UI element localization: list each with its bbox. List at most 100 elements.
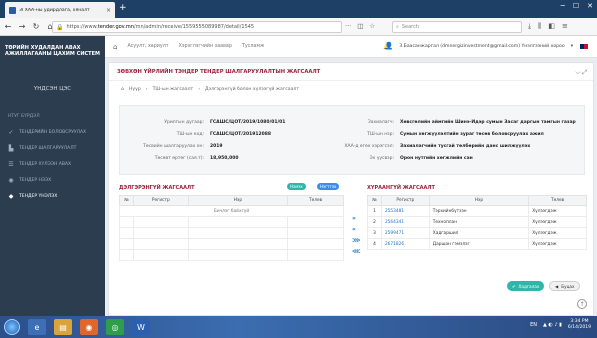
detailed-list-table: № Регистр Нэр Төлөв Бичлэг байхгүй (119, 195, 344, 261)
back-button[interactable]: ◀ Буцах (549, 281, 581, 291)
sidebar-icon[interactable]: ◧ (548, 22, 555, 31)
sidebar-item-label: ТЕНДЕР ҮНЭЛЭХ (19, 193, 58, 199)
lock-icon: 🔒 (56, 23, 64, 31)
chevron-down-icon[interactable]: ▾ (571, 44, 573, 49)
maximize-icon[interactable]: ☐ (573, 2, 579, 10)
info-row: ХАА-д өгөх хэрэгсэл: Захиалагчийн тусгай … (344, 143, 531, 149)
info-left: Урилгын дугаар: ГСАШС/ЦОТ/2019/1080/01/01… (140, 116, 285, 164)
move-all-left-icon[interactable]: ⋘ (352, 248, 361, 255)
start-button[interactable] (4, 319, 20, 335)
table-header-row: № Регистр Нэр Төлөв (367, 195, 587, 206)
chrome-icon[interactable]: ◎ (106, 319, 124, 335)
home-icon[interactable]: ⌂ (113, 43, 117, 51)
sidebar-item-label: ТЕНДЕР НЭЭХ (19, 177, 52, 183)
sidebar-item-boloвсруулах[interactable]: ✓ ТЕНДЕРИЙН БОЛОВСРУУЛАХ (0, 124, 105, 140)
window-controls: ─ ☐ ✕ (561, 2, 593, 10)
info-row: ТШ-ын нэр: Сумын хөгжүүлэлтийн зураг төсө… (367, 131, 544, 137)
library-icon[interactable]: ⫼ (538, 22, 541, 31)
clock[interactable]: 3:34 PM 6/14/2019 (568, 319, 591, 331)
forward-icon[interactable]: → (18, 22, 26, 31)
merge-button[interactable]: Нэгтгэх (317, 183, 340, 190)
sidebar-item-huleen-avah[interactable]: ☰ ТЕНДЕР ХҮЛЭЭН АВАХ (0, 156, 105, 172)
info-row: ТШ-ын код: ГСАШС/ЦОТ/201912088 (176, 131, 272, 137)
language-indicator[interactable]: EN (530, 322, 537, 328)
more-icon[interactable]: ··· (345, 22, 351, 30)
collapse-icon[interactable]: ⌵ (576, 69, 581, 76)
sidebar-item-shalgaruulalt[interactable]: ▙ ТЕНДЕР ШАЛГАРУУЛАЛТ (0, 140, 105, 156)
reload-icon[interactable]: ↻ (32, 22, 40, 31)
ie-icon[interactable]: e (28, 319, 46, 335)
sidebar-item-label: ТЕНДЕРИЙН БОЛОВСРУУЛАХ (19, 129, 87, 135)
home-icon[interactable]: ⌂ (121, 87, 124, 92)
user-icon[interactable]: 👤 (385, 42, 394, 50)
sidebar-title: ҮНДСЭН ЦЭС (33, 86, 72, 92)
sidebar-heading: НТУГ БҮРДЭЛ (8, 113, 40, 119)
expand-icon[interactable]: ⤢ (582, 69, 587, 76)
search-icon: ⌕ (396, 24, 399, 30)
search-placeholder: Search (401, 24, 419, 30)
tray-icons[interactable]: ▲ ◐ ♪ ▮ (543, 322, 562, 328)
summary-list-title: ХҮРААНГҮЙ ЖАГСААЛТ (367, 185, 435, 191)
breadcrumb-home[interactable]: Нүүр (129, 87, 141, 92)
menu-icon[interactable]: ≡ (562, 22, 568, 31)
language-flag-icon[interactable] (579, 42, 589, 50)
tender-info-box: Урилгын дугаар: ГСАШС/ЦОТ/2019/1080/01/01… (119, 105, 585, 175)
breadcrumb: ⌂ Нүүр › ТШ-ын жагсаалт › Дэлгэрэнгүй бо… (121, 86, 300, 92)
tab-title: ЗГХАА-ны удирдлага, хяналт (19, 7, 90, 13)
close-window-icon[interactable]: ✕ (587, 2, 593, 10)
header-link-help[interactable]: Тусламж (242, 44, 264, 49)
sidebar: ТӨРИЙН ХУДАЛДАН АВАХ АЖИЛЛАГААНЫ ЦАХИМ С… (0, 36, 105, 316)
summary-list-table: № Регистр Нэр Төлөв 1 2553481 Тэрхийнбүт… (367, 195, 587, 250)
sidebar-item-label: ТЕНДЕР ШАЛГАРУУЛАЛТ (19, 145, 77, 151)
table-row[interactable]: 2 2564341 Техноплан Хүлээгдэж (367, 216, 587, 228)
close-tab-icon[interactable]: × (106, 7, 111, 14)
header-link-guide[interactable]: Хэрэглэгчийн заавар (179, 44, 232, 49)
save-button[interactable]: ✔ Хадгалах (507, 281, 545, 291)
brand[interactable]: ТӨРИЙН ХУДАЛДАН АВАХ АЖИЛЛАГААНЫ ЦАХИМ С… (0, 36, 105, 66)
add-button[interactable]: Нэмэх (287, 183, 306, 190)
table-row (119, 227, 344, 239)
move-left-icon[interactable]: « (352, 226, 361, 233)
browser-tab[interactable]: ЗГХАА-ны удирдлага, хяналт × (5, 2, 115, 18)
transfer-arrows: » « ⋙ ⋘ (352, 215, 361, 255)
scroll-top-icon[interactable]: ↑ (577, 299, 587, 309)
check-icon: ✓ (8, 128, 14, 136)
pocket-icon[interactable]: ◫ (357, 22, 363, 30)
info-row: Эх үүсвэр: Орон нутгийн хөгжлийн сан (369, 155, 473, 161)
minimize-icon[interactable]: ─ (561, 2, 565, 10)
table-row (119, 238, 344, 250)
url-text[interactable]: https://www.tender.gov.mn/mn/admin/recei… (66, 24, 254, 30)
detailed-list-title: ДЭЛГЭРЭНГҮЙ ЖАГСААЛТ (119, 185, 195, 191)
table-row[interactable]: 3 2599471 Хадгаршил Хүлээгдэж (367, 227, 587, 239)
page-title: ЗӨВХӨН ҮЙРЛИЙН ТЭНДЕР ТЕНДЕР ШАЛГАРУУЛАЛ… (109, 63, 593, 81)
word-icon[interactable]: W (132, 319, 150, 335)
url-bar[interactable]: 🔒 https://www.tender.gov.mn/mn/admin/rec… (52, 21, 342, 33)
search-input[interactable]: ⌕ Search (392, 21, 522, 33)
browser-toolbar: ⤓ ⫼ ◧ ≡ (528, 22, 568, 31)
info-row: Төсвийн шалгаруулах он: 2019 (143, 143, 223, 149)
list-icon: ☰ (8, 160, 14, 168)
user-email[interactable]: З.Баасанжаргал (dmnergizinvestment@gmail… (399, 44, 564, 49)
sidebar-item-uneleh[interactable]: ◆ ТЕНДЕР ҮНЭЛЭХ (0, 188, 105, 204)
table-row[interactable]: 1 2553481 Тэрхийнбүтээн Хүлээгдэж (367, 205, 587, 217)
new-tab-icon[interactable]: + (119, 3, 127, 13)
breadcrumb-list[interactable]: ТШ-ын жагсаалт (153, 87, 194, 92)
move-right-icon[interactable]: » (352, 215, 361, 222)
header-link-faq[interactable]: Асуулт, хариулт (127, 44, 168, 49)
star-icon[interactable]: ☆ (369, 22, 375, 30)
sidebar-item-neeh[interactable]: ◉ ТЕНДЕР НЭЭХ (0, 172, 105, 188)
table-header-row: № Регистр Нэр Төлөв (119, 195, 344, 206)
firefox-icon[interactable]: ◉ (80, 319, 98, 335)
table-row[interactable]: 4 2671826 Даршан гэмэлэг Хүлээгдэж (367, 238, 587, 250)
user-area: 👤 З.Баасанжаргал (dmnergizinvestment@gma… (385, 42, 589, 50)
move-all-right-icon[interactable]: ⋙ (352, 237, 361, 244)
back-icon: ◀ (555, 283, 559, 289)
back-icon[interactable]: ← (4, 22, 12, 31)
download-icon[interactable]: ⤓ (528, 22, 531, 31)
info-row: Урилгын дугаар: ГСАШС/ЦОТ/2019/1080/01/01 (164, 119, 286, 125)
url-actions: ··· ◫ ☆ (345, 22, 375, 30)
folder-icon[interactable]: ▤ (54, 319, 72, 335)
folder-icon: ▙ (8, 144, 14, 152)
empty-row: Бичлэг байхгүй (119, 205, 344, 217)
app-header: ⌂ Асуулт, хариулт Хэрэглэгчийн заавар Ту… (105, 36, 597, 58)
